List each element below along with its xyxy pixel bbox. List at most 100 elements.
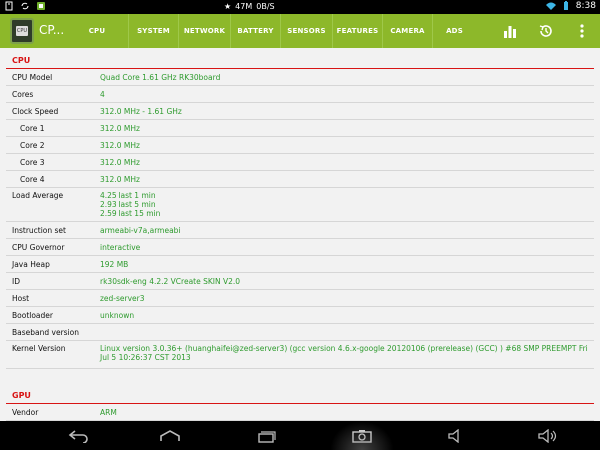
history-button[interactable] (528, 14, 564, 48)
status-bar: ★ 47M 0B/S 8:38 (0, 0, 600, 14)
id-row[interactable]: ID rk30sdk-eng 4.2.2 VCreate SKIN V2.0 (6, 273, 594, 290)
status-center: ★ 47M 0B/S (224, 2, 275, 11)
core-4-row[interactable]: Core 4 312.0 MHz (6, 171, 594, 188)
core-3-label: Core 3 (20, 157, 45, 167)
core-2-value: 312.0 MHz (100, 140, 140, 150)
overflow-menu-button[interactable] (564, 14, 600, 48)
cpu-governor-label: CPU Governor (12, 242, 65, 252)
history-icon (539, 25, 552, 37)
kernel-version-row[interactable]: Kernel Version Linux version 3.0.36+ (hu… (6, 341, 594, 369)
instruction-set-value: armeabi-v7a,armeabi (100, 225, 181, 235)
clock-speed-row[interactable]: Clock Speed 312.0 MHz - 1.61 GHz (6, 103, 594, 120)
cpu-section-title: CPU (12, 56, 31, 65)
recent-apps-button[interactable] (246, 421, 286, 450)
clock: 8:38 (575, 1, 596, 11)
bootloader-row[interactable]: Bootloader unknown (6, 307, 594, 324)
star-icon: ★ (224, 2, 232, 11)
tab-network[interactable]: NETWORK (178, 14, 230, 48)
cpu-chip-icon: CPU (16, 26, 28, 36)
instruction-set-label: Instruction set (12, 225, 66, 235)
volume-up-button[interactable] (528, 421, 568, 450)
back-icon (68, 429, 88, 443)
load-1min: 4.25 last 1 min (100, 191, 156, 200)
bar-chart-icon (504, 26, 516, 38)
status-left-icons (4, 1, 46, 11)
bootloader-label: Bootloader (12, 310, 53, 320)
java-heap-label: Java Heap (12, 259, 50, 269)
host-row[interactable]: Host zed-server3 (6, 290, 594, 307)
sync-icon (21, 2, 29, 10)
cpu-model-value: Quad Core 1.61 GHz RK30board (100, 72, 221, 82)
cores-row[interactable]: Cores 4 (6, 86, 594, 103)
back-button[interactable] (58, 421, 98, 450)
app-icon[interactable]: CPU (10, 18, 34, 44)
bootloader-value: unknown (100, 310, 135, 320)
gpu-section-title: GPU (12, 391, 31, 400)
load-average-label: Load Average (12, 191, 64, 200)
tab-bar: CPU SYSTEM NETWORK BATTERY SENSORS FEATU… (66, 14, 476, 48)
app-notification-icon (37, 2, 45, 10)
host-value: zed-server3 (100, 293, 145, 303)
core-2-row[interactable]: Core 2 312.0 MHz (6, 137, 594, 154)
content-scroll-area[interactable]: CPU CPU Model Quad Core 1.61 GHz RK30boa… (0, 48, 600, 421)
bar-chart-button[interactable] (492, 14, 528, 48)
load-15min: 2.59 last 15 min (100, 209, 161, 218)
load-average-row[interactable]: Load Average 4.25 last 1 min 2.93 last 5… (6, 188, 594, 222)
clock-speed-value: 312.0 MHz - 1.61 GHz (100, 106, 182, 116)
tab-sensors[interactable]: SENSORS (280, 14, 332, 48)
battery-icon (563, 1, 568, 10)
status-right: 8:38 (545, 1, 596, 11)
load-average-values: 4.25 last 1 min 2.93 last 5 min 2.59 las… (100, 191, 594, 221)
id-value: rk30sdk-eng 4.2.2 VCreate SKIN V2.0 (100, 276, 241, 286)
core-1-label: Core 1 (20, 123, 45, 133)
core-1-value: 312.0 MHz (100, 123, 140, 133)
cores-label: Cores (12, 89, 34, 99)
instruction-set-row[interactable]: Instruction set armeabi-v7a,armeabi (6, 222, 594, 239)
network-speed: 47M (235, 2, 253, 11)
load-5min: 2.93 last 5 min (100, 200, 156, 209)
tab-battery[interactable]: BATTERY (230, 14, 280, 48)
core-3-value: 312.0 MHz (100, 157, 140, 167)
throughput: 0B/S (256, 2, 275, 11)
host-label: Host (12, 293, 30, 303)
core-1-row[interactable]: Core 1 312.0 MHz (6, 120, 594, 137)
recent-apps-icon (258, 430, 276, 443)
volume-up-icon (538, 428, 557, 443)
home-button[interactable] (150, 421, 190, 450)
core-4-value: 312.0 MHz (100, 174, 140, 184)
core-2-label: Core 2 (20, 140, 45, 150)
action-bar: CPU CP... CPU SYSTEM NETWORK BATTERY SEN… (0, 14, 600, 48)
overflow-menu-icon (580, 24, 584, 38)
tab-system[interactable]: SYSTEM (128, 14, 178, 48)
tab-cpu[interactable]: CPU (66, 14, 128, 48)
tab-features[interactable]: FEATURES (332, 14, 382, 48)
baseband-label: Baseband version (12, 327, 79, 337)
baseband-row[interactable]: Baseband version (6, 324, 594, 341)
cpu-governor-row[interactable]: CPU Governor interactive (6, 239, 594, 256)
cpu-model-row[interactable]: CPU Model Quad Core 1.61 GHz RK30board (6, 69, 594, 86)
id-label: ID (12, 276, 20, 286)
java-heap-value: 192 MB (100, 259, 129, 269)
kernel-version-value: Linux version 3.0.36+ (huanghaifei@zed-s… (100, 344, 588, 362)
java-heap-row[interactable]: Java Heap 192 MB (6, 256, 594, 273)
tab-camera[interactable]: CAMERA (382, 14, 432, 48)
wifi-icon (545, 2, 556, 10)
clock-speed-label: Clock Speed (12, 106, 59, 116)
navigation-bar (0, 421, 600, 450)
cores-value: 4 (100, 89, 105, 99)
action-icons (492, 14, 600, 48)
cpu-governor-value: interactive (100, 242, 141, 252)
cpu-model-label: CPU Model (12, 72, 53, 82)
gpu-vendor-value: ARM (100, 407, 117, 417)
app-title[interactable]: CP... (39, 23, 64, 37)
tab-ads[interactable]: ADS (432, 14, 476, 48)
core-3-row[interactable]: Core 3 312.0 MHz (6, 154, 594, 171)
core-4-label: Core 4 (20, 174, 45, 184)
volume-down-icon (448, 428, 459, 443)
gpu-vendor-row[interactable]: Vendor ARM (6, 404, 594, 421)
screenshot-button-glow (330, 421, 394, 450)
gpu-vendor-label: Vendor (12, 407, 39, 417)
usb-debug-icon (5, 1, 13, 11)
volume-down-button[interactable] (436, 421, 476, 450)
kernel-version-label: Kernel Version (12, 344, 66, 353)
